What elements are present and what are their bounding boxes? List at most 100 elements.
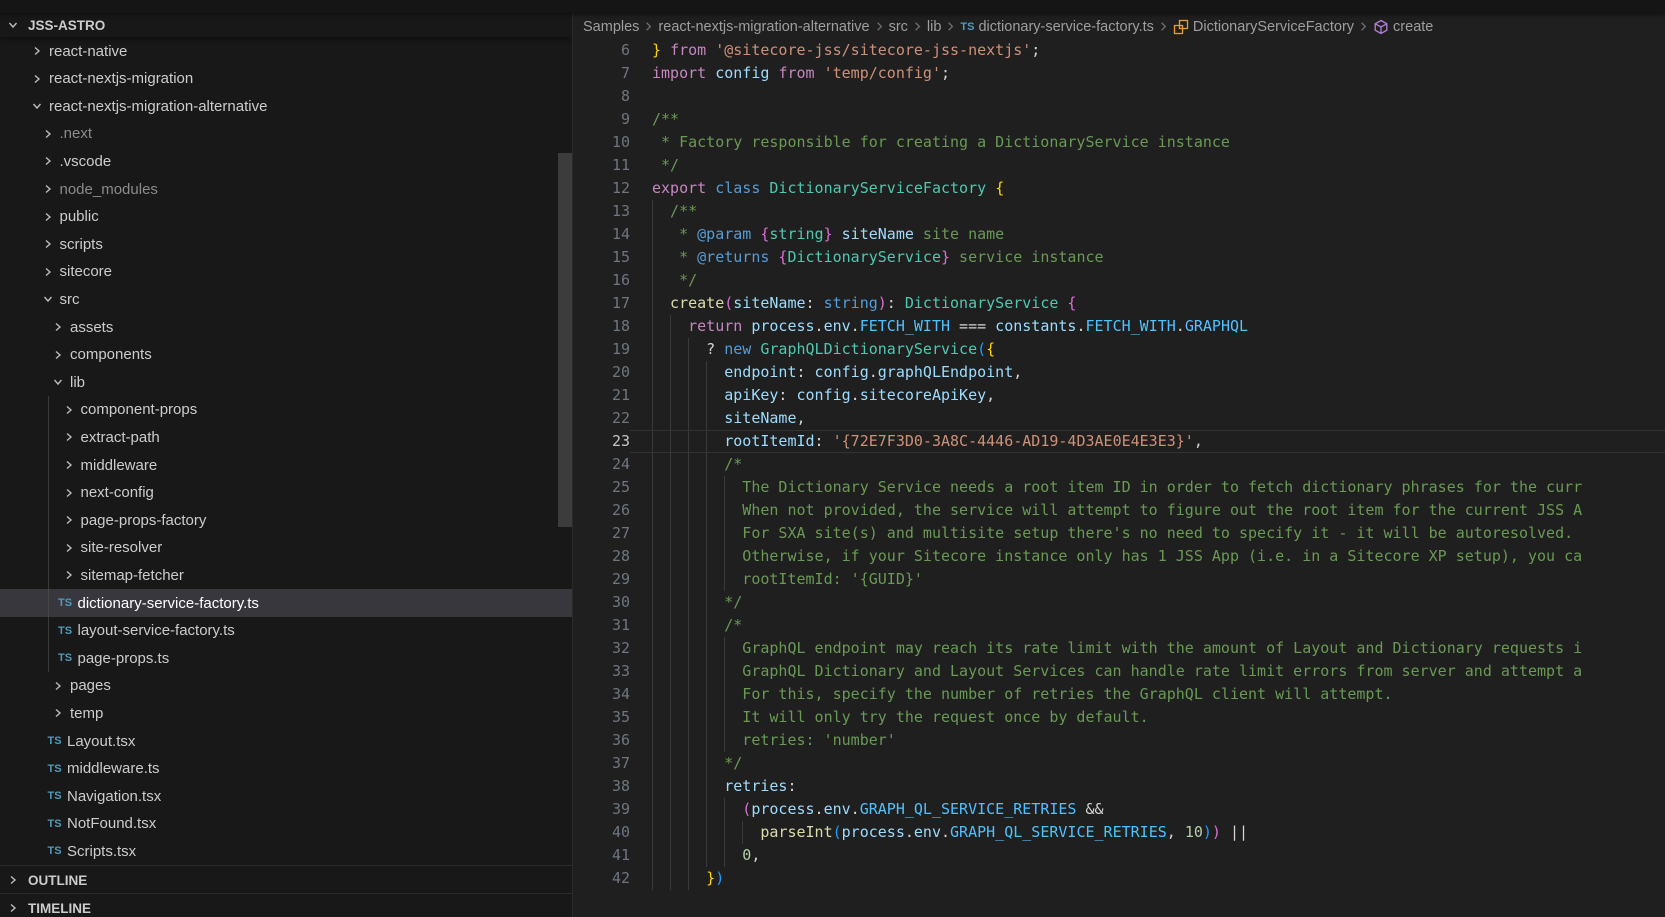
code-line-9[interactable]: 9/**: [573, 108, 1665, 131]
code-line-8[interactable]: 8: [573, 85, 1665, 108]
line-number[interactable]: 33: [573, 660, 630, 683]
line-number[interactable]: 30: [573, 591, 630, 614]
sidebar-item-component-props[interactable]: component-props: [0, 396, 572, 424]
sidebar-item-sitecore[interactable]: sitecore: [0, 258, 572, 286]
sidebar-item-layout.tsx[interactable]: TSLayout.tsx: [0, 727, 572, 755]
code-line-24[interactable]: 24/*: [573, 453, 1665, 476]
line-number[interactable]: 22: [573, 407, 630, 430]
sidebar-section-outline[interactable]: OUTLINE: [0, 865, 572, 894]
chevron-right-icon[interactable]: [40, 181, 56, 197]
chevron-right-icon[interactable]: [61, 402, 77, 418]
chevron-right-icon[interactable]: [61, 457, 77, 473]
code-line-13[interactable]: 13/**: [573, 200, 1665, 223]
sidebar-item-.vscode[interactable]: .vscode: [0, 147, 572, 175]
line-number[interactable]: 31: [573, 614, 630, 637]
code-line-12[interactable]: 12export class DictionaryServiceFactory …: [573, 177, 1665, 200]
breadcrumb-item-lib[interactable]: lib: [927, 19, 942, 35]
sidebar-item-middleware.ts[interactable]: TSmiddleware.ts: [0, 755, 572, 783]
sidebar-item-react-nextjs-migration-alternative[interactable]: react-nextjs-migration-alternative: [0, 92, 572, 120]
line-number[interactable]: 42: [573, 867, 630, 890]
sidebar-item-temp[interactable]: temp: [0, 699, 572, 727]
line-number[interactable]: 25: [573, 476, 630, 499]
code-line-15[interactable]: 15* @returns {DictionaryService} service…: [573, 246, 1665, 269]
breadcrumb-item-react-nextjs-migration-alternative[interactable]: react-nextjs-migration-alternative: [658, 19, 869, 35]
code-line-14[interactable]: 14* @param {string} siteName site name: [573, 223, 1665, 246]
code-line-26[interactable]: 26When not provided, the service will at…: [573, 499, 1665, 522]
line-number[interactable]: 38: [573, 775, 630, 798]
code-line-32[interactable]: 32GraphQL endpoint may reach its rate li…: [573, 637, 1665, 660]
sidebar-item-notfound.tsx[interactable]: TSNotFound.tsx: [0, 810, 572, 838]
line-number[interactable]: 18: [573, 315, 630, 338]
chevron-right-icon[interactable]: [40, 126, 56, 142]
sidebar-item-lib[interactable]: lib: [0, 368, 572, 396]
code-line-38[interactable]: 38retries:: [573, 775, 1665, 798]
code-line-31[interactable]: 31/*: [573, 614, 1665, 637]
line-number[interactable]: 9: [573, 108, 630, 131]
chevron-down-icon[interactable]: [29, 98, 45, 114]
code-line-39[interactable]: 39(process.env.GRAPH_QL_SERVICE_RETRIES …: [573, 798, 1665, 821]
chevron-right-icon[interactable]: [50, 705, 66, 721]
sidebar-item-pages[interactable]: pages: [0, 672, 572, 700]
code-line-10[interactable]: 10* Factory responsible for creating a D…: [573, 131, 1665, 154]
code-line-36[interactable]: 36retries: 'number': [573, 729, 1665, 752]
code-line-6[interactable]: 6} from '@sitecore-jss/sitecore-jss-next…: [573, 39, 1665, 62]
sidebar-item-components[interactable]: components: [0, 341, 572, 369]
code-line-11[interactable]: 11*/: [573, 154, 1665, 177]
line-number[interactable]: 24: [573, 453, 630, 476]
line-number[interactable]: 39: [573, 798, 630, 821]
code-line-42[interactable]: 42}): [573, 867, 1665, 890]
chevron-right-icon[interactable]: [40, 264, 56, 280]
line-number[interactable]: 14: [573, 223, 630, 246]
line-number[interactable]: 15: [573, 246, 630, 269]
code-line-40[interactable]: 40parseInt(process.env.GRAPH_QL_SERVICE_…: [573, 821, 1665, 844]
chevron-right-icon[interactable]: [40, 209, 56, 225]
line-number[interactable]: 40: [573, 821, 630, 844]
sidebar-item-dictionary-service-factory.ts[interactable]: TSdictionary-service-factory.ts: [0, 589, 572, 617]
chevron-right-icon[interactable]: [61, 485, 77, 501]
code-editor[interactable]: 6} from '@sitecore-jss/sitecore-jss-next…: [573, 13, 1665, 917]
sidebar-item-sitemap-fetcher[interactable]: sitemap-fetcher: [0, 561, 572, 589]
chevron-right-icon[interactable]: [40, 236, 56, 252]
sidebar-item-.next[interactable]: .next: [0, 120, 572, 148]
code-line-19[interactable]: 19? new GraphQLDictionaryService({: [573, 338, 1665, 361]
line-number[interactable]: 23: [573, 430, 630, 453]
code-line-27[interactable]: 27For SXA site(s) and multisite setup th…: [573, 522, 1665, 545]
code-line-25[interactable]: 25The Dictionary Service needs a root it…: [573, 476, 1665, 499]
line-number[interactable]: 13: [573, 200, 630, 223]
line-number[interactable]: 10: [573, 131, 630, 154]
code-line-41[interactable]: 410,: [573, 844, 1665, 867]
sidebar-item-public[interactable]: public: [0, 203, 572, 231]
code-line-37[interactable]: 37*/: [573, 752, 1665, 775]
code-line-17[interactable]: 17create(siteName: string): DictionarySe…: [573, 292, 1665, 315]
sidebar-item-middleware[interactable]: middleware: [0, 451, 572, 479]
sidebar-item-scripts.tsx[interactable]: TSScripts.tsx: [0, 837, 572, 865]
line-number[interactable]: 12: [573, 177, 630, 200]
sidebar-item-node-modules[interactable]: node_modules: [0, 175, 572, 203]
sidebar-item-scripts[interactable]: scripts: [0, 230, 572, 258]
code-line-28[interactable]: 28Otherwise, if your Sitecore instance o…: [573, 545, 1665, 568]
chevron-right-icon[interactable]: [29, 43, 45, 59]
chevron-right-icon[interactable]: [61, 429, 77, 445]
sidebar-item-react-native[interactable]: react-native: [0, 37, 572, 65]
sidebar-item-assets[interactable]: assets: [0, 313, 572, 341]
line-number[interactable]: 37: [573, 752, 630, 775]
sidebar-item-navigation.tsx[interactable]: TSNavigation.tsx: [0, 782, 572, 810]
line-number[interactable]: 21: [573, 384, 630, 407]
breadcrumb-item-dictionary-service-factory.ts[interactable]: TSdictionary-service-factory.ts: [960, 19, 1153, 35]
line-number[interactable]: 20: [573, 361, 630, 384]
code-line-29[interactable]: 29rootItemId: '{GUID}': [573, 568, 1665, 591]
line-number[interactable]: 29: [573, 568, 630, 591]
sidebar-item-layout-service-factory.ts[interactable]: TSlayout-service-factory.ts: [0, 617, 572, 645]
sidebar-item-src[interactable]: src: [0, 285, 572, 313]
sidebar-item-next-config[interactable]: next-config: [0, 479, 572, 507]
line-number[interactable]: 16: [573, 269, 630, 292]
line-number[interactable]: 19: [573, 338, 630, 361]
chevron-right-icon[interactable]: [61, 512, 77, 528]
line-number[interactable]: 17: [573, 292, 630, 315]
code-line-21[interactable]: 21apiKey: config.sitecoreApiKey,: [573, 384, 1665, 407]
sidebar-item-site-resolver[interactable]: site-resolver: [0, 534, 572, 562]
chevron-right-icon[interactable]: [61, 540, 77, 556]
breadcrumb-item-dictionaryservicefactory[interactable]: DictionaryServiceFactory: [1173, 19, 1354, 35]
code-line-30[interactable]: 30*/: [573, 591, 1665, 614]
line-number[interactable]: 11: [573, 154, 630, 177]
